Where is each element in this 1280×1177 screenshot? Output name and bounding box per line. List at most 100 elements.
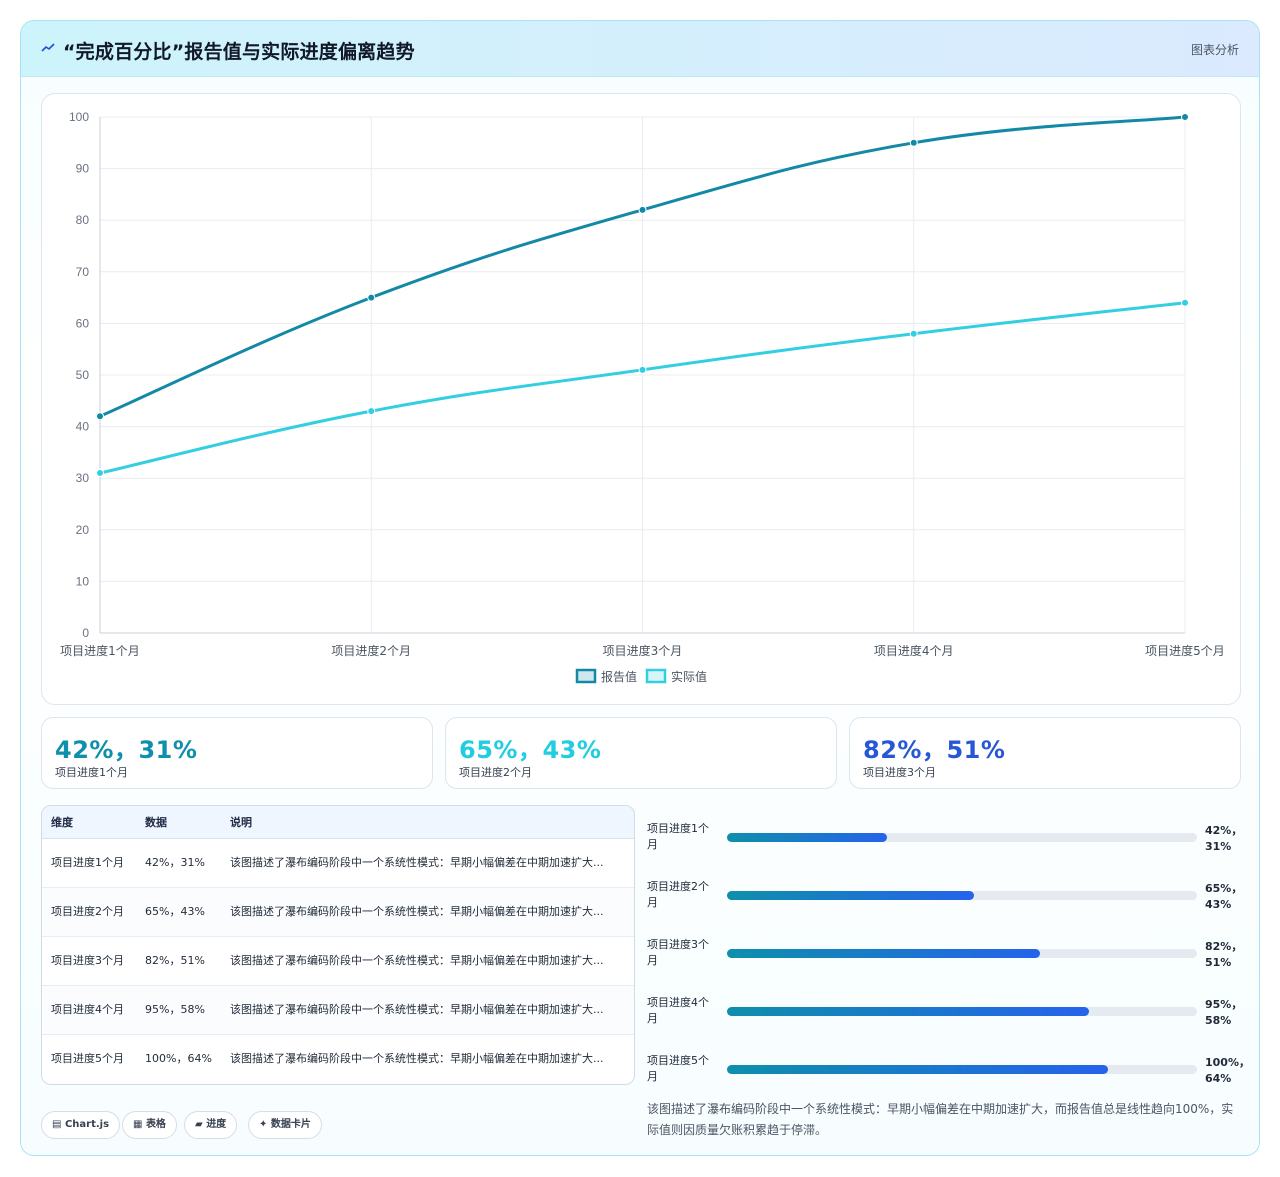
y-tick-label: 30 — [76, 471, 90, 485]
progress-row-month-3: 项目进度3个月 82%，51% — [647, 929, 1242, 969]
stat-value: 82%，51% — [863, 736, 1006, 764]
progress-track — [727, 1065, 1197, 1074]
data-point-series-1 — [909, 138, 918, 147]
table-icon: ▦ — [133, 1119, 143, 1130]
column-header-data: 数据 — [136, 806, 221, 839]
summary-text: 该图描述了瀑布编码阶段中一个系统性模式：早期小幅偏差在中期加速扩大，而报告值总是… — [647, 1102, 1234, 1137]
data-point-series-2 — [96, 469, 104, 478]
dashboard-panel: “完成百分比”报告值与实际进度偏离趋势 图表分析 0 10 20 30 40 50 60 70… — [20, 20, 1260, 1156]
y-tick-label: 50 — [76, 368, 90, 382]
table-header-row: 维度 数据 说明 — [42, 806, 634, 839]
y-tick-label: 40 — [76, 420, 90, 434]
cell-data: 42%，31% — [136, 838, 221, 888]
data-point-series-1 — [96, 412, 104, 421]
cell-description: 该图描述了瀑布编码阶段中一个系统性模式：早期小幅偏差在中期加速扩大... — [221, 838, 634, 888]
progress-row-month-1: 项目进度1个月 42%，31% — [647, 813, 1242, 853]
y-tick-label: 90 — [76, 162, 90, 176]
cell-description: 该图描述了瀑布编码阶段中一个系统性模式：早期小幅偏差在中期加速扩大... — [221, 887, 634, 937]
chart-icon: ▤ — [52, 1119, 62, 1130]
column-header-dimension: 维度 — [42, 806, 136, 839]
data-table: 维度 数据 说明 项目进度1个月 42%，31% 该图描述了瀑布编码阶段中一个系… — [41, 805, 635, 1085]
progress-value: 95%，58% — [1205, 998, 1243, 1027]
progress-list: 项目进度1个月 42%，31% 项目进度2个月 65%，43% 项目进度3个月 … — [647, 805, 1250, 1105]
legend-label: 报告值 — [601, 669, 637, 684]
x-tick-label: 项目进度3个月 — [603, 643, 683, 658]
data-point-series-1 — [638, 205, 647, 214]
cell-data: 95%，58% — [136, 985, 221, 1035]
data-point-series-2 — [638, 365, 647, 374]
legend-swatch — [575, 668, 597, 684]
stat-card-month-2: 65%，43% 项目进度2个月 — [445, 717, 837, 789]
table-row: 项目进度1个月 42%，31% 该图描述了瀑布编码阶段中一个系统性模式：早期小幅… — [42, 838, 634, 888]
y-tick-label: 0 — [82, 626, 89, 640]
data-point-series-1 — [1181, 113, 1189, 121]
stat-card-month-1: 42%，31% 项目进度1个月 — [41, 717, 433, 789]
legend-label: 实际值 — [671, 669, 707, 684]
progress-fill — [727, 891, 974, 900]
progress-fill — [727, 833, 887, 842]
progress-row-month-5: 项目进度5个月 100%，64% — [647, 1045, 1250, 1085]
chip-progress[interactable]: ▰ 进度 — [184, 1111, 238, 1139]
progress-label: 项目进度5个月 — [647, 1054, 709, 1083]
progress-value: 100%，64% — [1205, 1056, 1250, 1085]
stat-value: 42%，31% — [55, 736, 198, 764]
chip-label: Chart.js — [64, 1119, 110, 1130]
stat-label: 项目进度3个月 — [863, 766, 936, 779]
chart-spark-icon — [41, 41, 57, 57]
table-row: 项目进度4个月 95%，58% 该图描述了瀑布编码阶段中一个系统性模式：早期小幅… — [42, 985, 634, 1035]
sparkle-icon: ✦ — [259, 1119, 268, 1130]
data-point-series-2 — [909, 329, 918, 338]
chip-label: 进度 — [206, 1119, 227, 1130]
panel-header: “完成百分比”报告值与实际进度偏离趋势 图表分析 — [21, 21, 1259, 77]
x-tick-label: 项目进度5个月 — [1145, 643, 1225, 658]
chip-label: 表格 — [145, 1119, 166, 1130]
table-row: 项目进度5个月 100%，64% 该图描述了瀑布编码阶段中一个系统性模式：早期小… — [42, 1034, 634, 1083]
legend-swatch — [645, 668, 667, 684]
stat-label: 项目进度2个月 — [459, 766, 532, 779]
x-tick-label: 项目进度4个月 — [874, 643, 954, 658]
progress-label: 项目进度2个月 — [647, 880, 709, 909]
y-tick-label: 70 — [76, 265, 90, 279]
progress-label: 项目进度4个月 — [647, 996, 709, 1025]
cell-dimension: 项目进度3个月 — [42, 936, 136, 986]
stat-label: 项目进度1个月 — [55, 766, 128, 779]
y-tick-label: 60 — [76, 316, 90, 330]
line-chart-card: 0 10 20 30 40 50 60 70 80 90 100 项目进度1个月 项目进度2个月 项目进度… — [41, 93, 1241, 705]
y-tick-label: 80 — [76, 213, 90, 227]
stat-value: 65%，43% — [459, 736, 602, 764]
data-point-series-1 — [367, 293, 376, 302]
y-tick-label: 100 — [69, 110, 89, 124]
table-row: 项目进度3个月 82%，51% 该图描述了瀑布编码阶段中一个系统性模式：早期小幅… — [42, 936, 634, 986]
progress-label: 项目进度3个月 — [647, 938, 709, 967]
data-point-series-2 — [1181, 298, 1189, 307]
y-tick-label: 20 — [76, 523, 90, 537]
progress-fill — [727, 1065, 1108, 1074]
chip-data-cards[interactable]: ✦ 数据卡片 — [248, 1111, 322, 1139]
progress-icon: ▰ — [195, 1119, 203, 1130]
progress-fill — [727, 1007, 1089, 1016]
table-row: 项目进度2个月 65%，43% 该图描述了瀑布编码阶段中一个系统性模式：早期小幅… — [42, 887, 634, 937]
cell-dimension: 项目进度4个月 — [42, 985, 136, 1035]
progress-value: 42%，31% — [1205, 824, 1243, 853]
progress-track — [727, 891, 1197, 900]
cell-data: 100%，64% — [145, 1051, 212, 1065]
chip-chartjs[interactable]: ▤ Chart.js — [41, 1111, 121, 1139]
progress-value: 65%，43% — [1205, 882, 1243, 911]
line-chart: 0 10 20 30 40 50 60 70 80 90 100 项目进度1个月 项目进度2个月 项目进度… — [60, 110, 1225, 684]
progress-fill — [727, 949, 1040, 958]
progress-label: 项目进度1个月 — [647, 822, 709, 851]
data-point-series-2 — [367, 407, 376, 416]
cell-dimension: 项目进度2个月 — [42, 887, 136, 937]
progress-row-month-2: 项目进度2个月 65%，43% — [647, 871, 1242, 911]
y-tick-label: 10 — [76, 574, 90, 588]
progress-track — [727, 1007, 1197, 1016]
chart-analysis-badge: 图表分析 — [1190, 43, 1239, 57]
cell-description: 该图描述了瀑布编码阶段中一个系统性模式：早期小幅偏差在中期加速扩大... — [221, 936, 634, 986]
cell-dimension: 项目进度5个月 — [51, 1051, 124, 1065]
cell-description: 该图描述了瀑布编码阶段中一个系统性模式：早期小幅偏差在中期加速扩大... — [230, 1051, 604, 1065]
cell-dimension: 项目进度1个月 — [42, 838, 136, 888]
x-tick-label: 项目进度2个月 — [331, 643, 411, 658]
chip-table[interactable]: ▦ 表格 — [122, 1111, 177, 1139]
chip-label: 数据卡片 — [270, 1119, 311, 1130]
progress-track — [727, 949, 1197, 958]
